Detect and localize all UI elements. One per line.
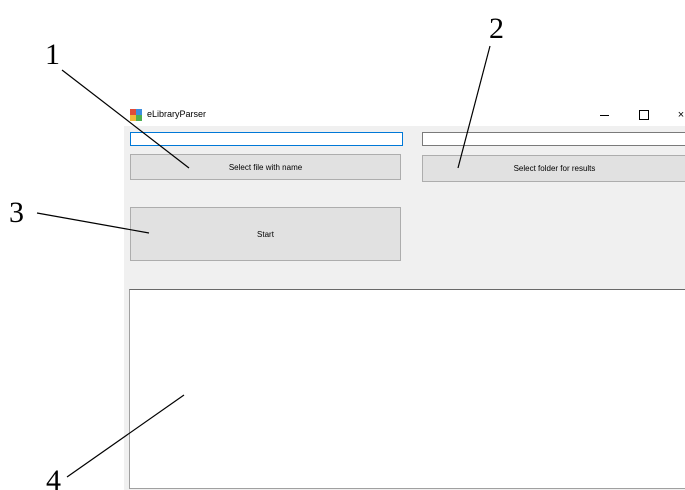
select-folder-button-label: Select folder for results <box>513 164 596 173</box>
select-file-button[interactable]: Select file with name <box>130 154 401 180</box>
minimize-button[interactable] <box>586 104 622 126</box>
close-icon: × <box>677 109 685 121</box>
callout-label-4: 4 <box>46 464 61 490</box>
callout-label-1: 1 <box>45 38 60 71</box>
maximize-icon <box>639 110 649 120</box>
select-file-button-label: Select file with name <box>228 162 303 172</box>
maximize-button[interactable] <box>626 104 662 126</box>
title-bar: eLibraryParser × <box>124 104 685 126</box>
app-icon <box>130 109 142 121</box>
start-button[interactable]: Start <box>130 207 401 261</box>
file-path-input[interactable] <box>130 132 403 146</box>
callout-label-2: 2 <box>489 12 504 45</box>
folder-path-input[interactable] <box>422 132 685 146</box>
close-button[interactable]: × <box>663 104 685 126</box>
select-folder-button[interactable]: Select folder for results <box>422 155 685 182</box>
client-area: Select file with name Select folder for … <box>124 126 685 490</box>
output-textarea[interactable] <box>129 289 685 489</box>
callout-label-3: 3 <box>9 196 24 229</box>
app-window: eLibraryParser × Select file with name S… <box>124 104 685 490</box>
window-title: eLibraryParser <box>147 109 207 119</box>
minimize-icon <box>599 114 609 116</box>
start-button-label: Start <box>257 229 274 239</box>
